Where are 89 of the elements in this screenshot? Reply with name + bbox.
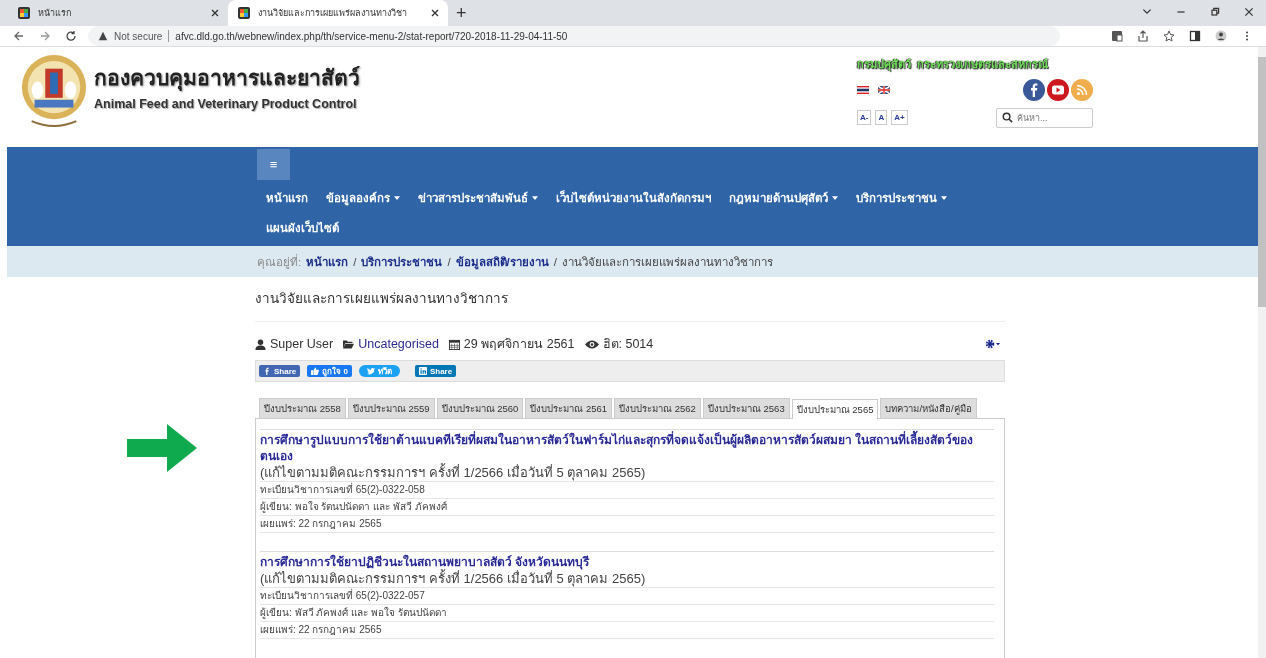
thai-flag-icon[interactable] [857,86,869,94]
bookmark-star-icon[interactable] [1163,30,1175,42]
close-icon[interactable] [1243,6,1255,18]
breadcrumb-current: งานวิจัยและการเผยแพร่ผลงานทางวิชาการ [562,254,773,270]
caret-icon [394,196,400,200]
menu-button[interactable]: ≡ [257,149,290,180]
breadcrumb-separator: / [447,255,451,268]
site-title: กองควบคุมอาหารและยาสัตว์ [94,65,360,93]
font-size-button[interactable]: A+ [891,109,908,125]
revision-note: (แก้ไขตามมติคณะกรรมการฯ ครั้งที่ 1/2566 เมื่อวันที่ 5 ตุลาคม 2565) [260,464,994,482]
caret-icon [832,196,838,200]
author-name: Super User [270,337,334,351]
facebook-icon[interactable] [1023,79,1045,101]
youtube-icon[interactable] [1047,79,1069,101]
search-icon [1002,112,1013,123]
year-tab[interactable]: ปีงบประมาณ 2558 [259,398,346,418]
new-tab-button[interactable]: + [448,0,475,26]
site-subtitle: Animal Feed and Veterinary Product Control [94,97,358,111]
year-tab[interactable]: ปีงบประมาณ 2562 [614,398,701,418]
browser-tab[interactable]: งานวิจัยและการเผยแพร่ผลงานทางวิชา [228,0,448,26]
year-tab[interactable]: ปีงบประมาณ 2560 [436,398,524,418]
detail-text: เผยแพร่: 22 กรกฎาคม 2565 [260,516,994,533]
scrollbar[interactable] [1258,47,1266,658]
close-icon[interactable] [430,8,440,18]
detail-text: เผยแพร่: 22 กรกฎาคม 2565 [260,622,994,639]
reload-icon[interactable] [65,30,77,42]
ministry-name: กรมปศุสัตว์ กระทรวงเกษตรและสหกรณ์ [857,57,1050,73]
profile-icon[interactable] [1215,30,1227,42]
tab-title: งานวิจัยและการเผยแพร่ผลงานทางวิชา [258,7,408,20]
year-tab[interactable]: ปีงบประมาณ 2563 [702,398,790,418]
nav-link[interactable]: บริการประชาชน [847,183,956,213]
breadcrumb-link[interactable]: ข้อมูลสถิติ/รายงาน [455,252,549,271]
share-button[interactable]: Share [259,365,301,377]
close-icon[interactable] [210,8,220,18]
forward-icon[interactable] [39,30,51,42]
bird-icon [366,367,375,375]
research-title-link[interactable]: การศึกษารูปแบบการใช้ยาต้านแบคทีเรียที่ผสมในอาหารสัตว์ในฟาร์มไก่และสุกรที่จดแจ้งเป็นผู้ผลิตอาหารสัตว์ผสมยา ในสถานที่เลี้ยงสัตว์ของตนเอง [260,432,994,464]
nav-link[interactable]: แผนผังเว็บไซต์ [257,213,348,243]
caret-icon [941,196,947,200]
nav-link[interactable]: ข้อมูลองค์กร [317,183,409,213]
share-icon[interactable] [1137,30,1149,42]
research-title-link[interactable]: การศึกษาการใช้ยาปฏิชีวนะในสถานพยาบาลสัตว์ จังหวัดนนทบุรี [260,554,994,570]
share-button[interactable]: ถูกใจ 0 [307,365,352,377]
breadcrumb-link[interactable]: บริการประชาชน [361,252,443,271]
user-icon [255,338,266,350]
detail-text: ทะเบียนวิชาการเลขที่ 65(2)-0322-058 [260,482,994,499]
breadcrumb-separator: / [553,255,557,268]
detail-text: ผู้เขียน: พอใจ รัตนปนัดดา และ พัสวี ภัคพงศ์ [260,499,994,516]
year-tab[interactable]: ปีงบประมาณ 2561 [525,398,613,418]
detail-text: ผู้เขียน: พัสวี ภัคพงศ์ และ พอใจ รัตนปนัดดา [260,605,994,622]
page-title: งานวิจัยและการเผยแพร่ผลงานทางวิชาการ [255,277,1005,322]
calendar-icon [448,338,460,350]
favicon-icon [238,7,250,19]
thumbs-up-icon [311,367,320,375]
uk-flag-icon[interactable] [878,86,890,94]
font-size-button[interactable]: A- [857,109,872,125]
hit-count: ฮิต: 5014 [602,336,654,353]
nav-link[interactable]: ข่าวสารประชาสัมพันธ์ [409,183,547,213]
sidebar-icon[interactable] [1189,30,1201,42]
linkedin-icon [418,367,427,375]
share-button[interactable]: Share [414,365,457,377]
category-link[interactable]: Uncategorised [358,337,439,351]
breadcrumb-label: คุณอยู่ที่: [257,253,302,271]
breadcrumb-separator: / [353,255,357,268]
settings-icon[interactable] [985,339,1001,349]
folder-icon [343,338,355,350]
restore-icon[interactable] [1209,6,1221,18]
eye-icon [584,338,599,350]
nav-link[interactable]: เว็บไซต์หน่วยงานในสังกัดกรมฯ [547,183,720,213]
address-field[interactable]: Not secure afvc.dld.go.th/webnew/index.php/th/service-menu-2/stat-report/720-2018-11-29-04-11-50 [88,26,1060,46]
year-tab[interactable]: ปีงบประมาณ 2565 [791,399,879,419]
revision-note: (แก้ไขตามมติคณะกรรมการฯ ครั้งที่ 1/2566 เมื่อวันที่ 5 ตุลาคม 2565) [260,570,994,588]
font-size-button[interactable]: A [875,109,888,125]
publish-date: 29 พฤศจิกายน 2561 [463,336,575,353]
year-tab[interactable]: ปีงบประมาณ 2559 [347,398,435,418]
year-tab[interactable]: บทความ/หนังสือ/คู่มือ [880,398,977,418]
browser-tab[interactable]: หน้าแรก [8,0,228,26]
favicon-icon [18,7,30,19]
breadcrumb-link[interactable]: หน้าแรก [306,252,349,271]
caret-icon [532,196,538,200]
facebook-icon [263,367,271,375]
warning-icon [98,31,108,41]
nav-link[interactable]: หน้าแรก [257,183,317,213]
search-field[interactable]: ค้นหา... [996,108,1093,128]
tab-title: หน้าแรก [38,7,72,20]
arrow-icon [127,424,197,472]
nav-link[interactable]: กฎหมายด้านปศุสัตว์ [720,183,847,213]
detail-text: ทะเบียนวิชาการเลขที่ 65(2)-0322-057 [260,588,994,605]
back-icon[interactable] [13,30,25,42]
